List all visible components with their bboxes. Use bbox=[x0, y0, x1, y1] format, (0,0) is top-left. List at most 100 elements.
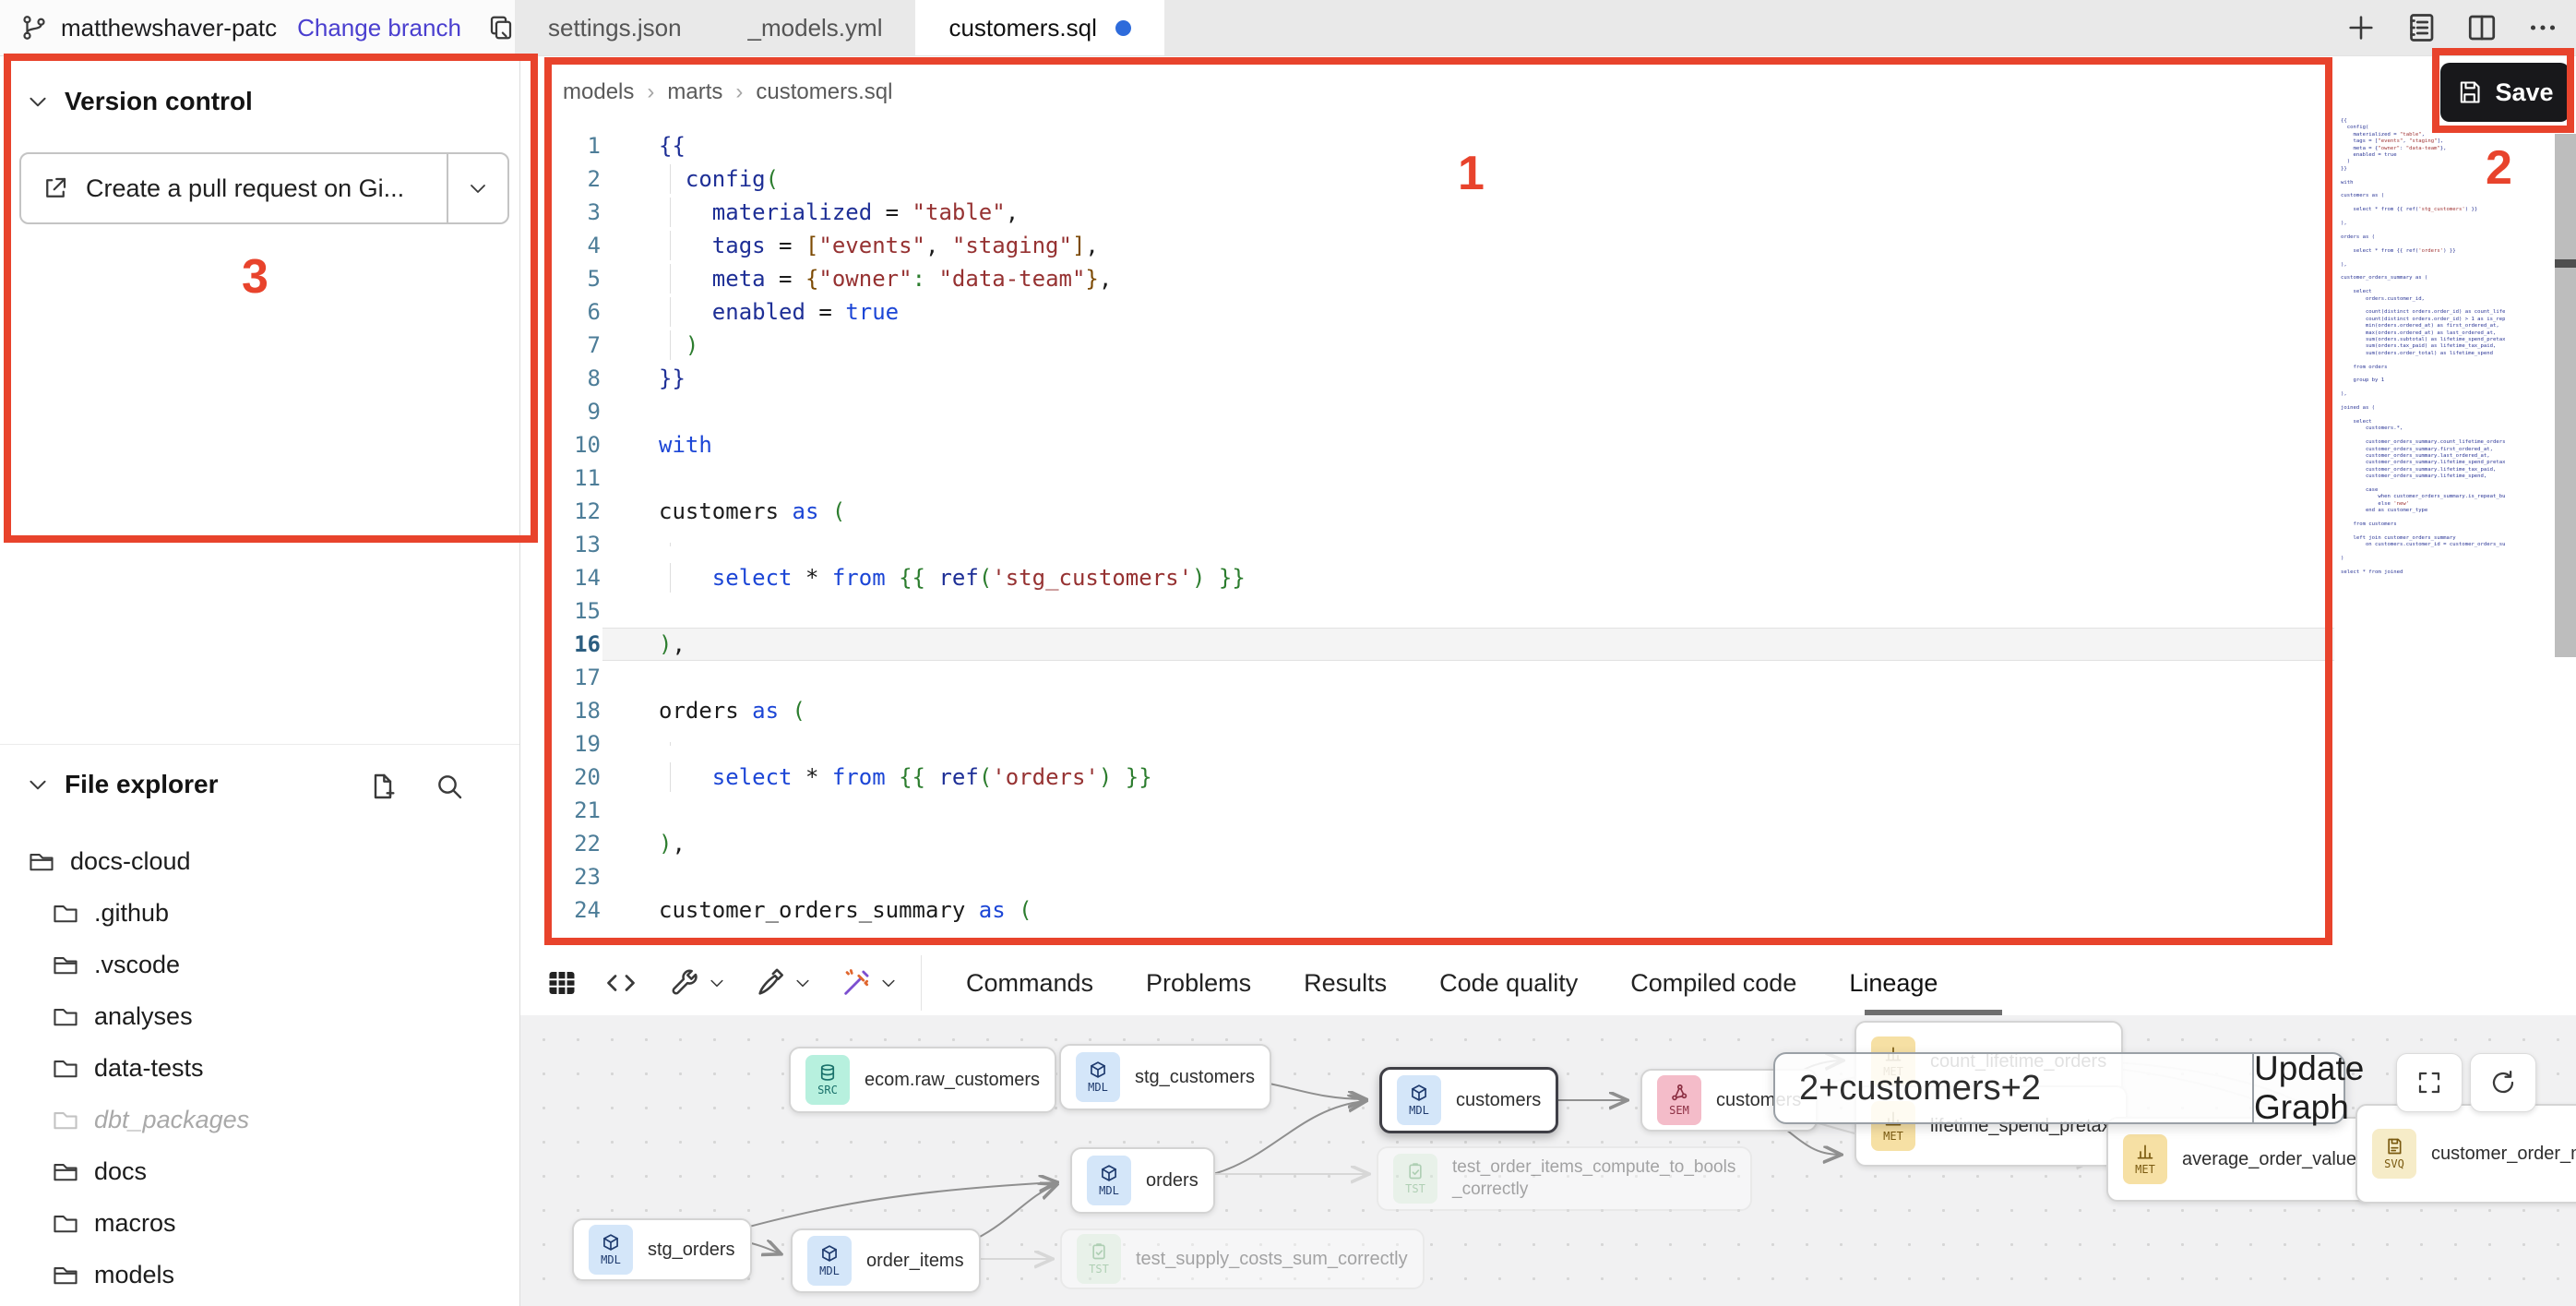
breadcrumb-item[interactable]: marts bbox=[667, 79, 722, 105]
panel-tab-commands[interactable]: Commands bbox=[966, 969, 1093, 998]
lineage-node-orders[interactable]: MDLorders bbox=[1070, 1147, 1215, 1214]
lineage-node-stg-customers[interactable]: MDLstg_customers bbox=[1059, 1044, 1271, 1110]
code-line-20[interactable]: 20 select * from {{ ref('orders') }} bbox=[519, 761, 2334, 794]
code-line-9[interactable]: 9 bbox=[519, 395, 2334, 428]
code-line-7[interactable]: 7 ) bbox=[519, 329, 2334, 362]
line-number: 14 bbox=[519, 565, 625, 591]
lineage-node-order-items[interactable]: MDLorder_items bbox=[791, 1228, 981, 1293]
code-line-19[interactable]: 19 bbox=[519, 727, 2334, 761]
code-line-13[interactable]: 13 bbox=[519, 528, 2334, 561]
create-pull-request-button[interactable]: Create a pull request on Gi... bbox=[19, 152, 509, 224]
line-number: 10 bbox=[519, 432, 625, 458]
file-tab[interactable]: _models.yml bbox=[715, 0, 916, 55]
save-button-label: Save bbox=[2495, 78, 2553, 107]
code-line-1[interactable]: 1{{ bbox=[519, 129, 2334, 162]
fullscreen-icon bbox=[2415, 1069, 2443, 1096]
version-control-header[interactable]: Version control bbox=[26, 87, 253, 116]
editor-scrollbar[interactable] bbox=[2555, 134, 2576, 657]
top-bar: matthewshaver-patc Change branch setting… bbox=[0, 0, 2576, 56]
code-line-6[interactable]: 6 enabled = true bbox=[519, 295, 2334, 329]
lineage-node-stg-orders[interactable]: MDLstg_orders bbox=[572, 1218, 752, 1281]
code-text: materialized = "table", bbox=[625, 199, 1019, 225]
code-line-8[interactable]: 8}} bbox=[519, 362, 2334, 395]
toolbar-divider bbox=[921, 955, 922, 1011]
file-item-docs[interactable]: docs bbox=[0, 1145, 519, 1197]
lineage-node-average-order-value[interactable]: METaverage_order_value bbox=[2106, 1117, 2373, 1202]
file-item-docs-cloud[interactable]: docs-cloud bbox=[0, 835, 519, 887]
change-branch-link[interactable]: Change branch bbox=[297, 14, 461, 42]
lineage-node-customer-order-metrics[interactable]: SVQcustomer_order_metrics bbox=[2355, 1104, 2576, 1204]
new-file-icon[interactable] bbox=[368, 772, 398, 801]
code-line-18[interactable]: 18orders as ( bbox=[519, 694, 2334, 727]
file-item-.vscode[interactable]: .vscode bbox=[0, 939, 519, 990]
panel-tab-code-quality[interactable]: Code quality bbox=[1439, 969, 1578, 998]
file-item-models[interactable]: models bbox=[0, 1249, 519, 1300]
file-tab[interactable]: customers.sql bbox=[915, 0, 1163, 55]
fullscreen-button[interactable] bbox=[2396, 1053, 2463, 1112]
file-item-macros[interactable]: macros bbox=[0, 1197, 519, 1249]
panel-tab-compiled-code[interactable]: Compiled code bbox=[1630, 969, 1796, 998]
file-explorer-header[interactable]: File explorer bbox=[26, 770, 219, 799]
code-line-3[interactable]: 3 materialized = "table", bbox=[519, 196, 2334, 229]
code-line-15[interactable]: 15 bbox=[519, 594, 2334, 628]
search-files-icon[interactable] bbox=[435, 772, 464, 801]
pr-button-dropdown[interactable] bbox=[447, 154, 507, 222]
code-line-5[interactable]: 5 meta = {"owner": "data-team"}, bbox=[519, 262, 2334, 295]
lineage-canvas[interactable]: SRCecom.raw_customersMDLstg_customers MDL… bbox=[519, 1015, 2576, 1306]
code-line-21[interactable]: 21 bbox=[519, 794, 2334, 827]
lineage-node-test-order-items[interactable]: TSTtest_order_items_compute_to_bools_cor… bbox=[1377, 1146, 1752, 1211]
panel-tab-problems[interactable]: Problems bbox=[1146, 969, 1251, 998]
code-line-22[interactable]: 22), bbox=[519, 827, 2334, 860]
refresh-graph-button[interactable] bbox=[2470, 1053, 2536, 1112]
code-view-icon[interactable] bbox=[604, 951, 638, 1015]
notebook-panel-icon[interactable] bbox=[2404, 11, 2438, 44]
code-line-17[interactable]: 17 bbox=[519, 661, 2334, 694]
lineage-node-customers-model[interactable]: MDLcustomers bbox=[1379, 1067, 1558, 1133]
folder-icon bbox=[52, 1262, 79, 1288]
code-line-12[interactable]: 12customers as ( bbox=[519, 495, 2334, 528]
ai-assist-icon[interactable] bbox=[841, 951, 898, 1015]
copy-branch-icon[interactable] bbox=[487, 14, 515, 42]
save-button[interactable]: Save bbox=[2440, 63, 2570, 122]
breadcrumb-item[interactable]: models bbox=[563, 79, 634, 105]
line-number: 13 bbox=[519, 532, 625, 557]
lineage-node-ecom-raw-customers[interactable]: SRCecom.raw_customers bbox=[789, 1047, 1056, 1113]
lineage-selector-input[interactable] bbox=[1775, 1054, 2252, 1122]
code-line-23[interactable]: 23 bbox=[519, 860, 2334, 893]
lineage-node-label: customers bbox=[1456, 1089, 1541, 1112]
code-line-11[interactable]: 11 bbox=[519, 461, 2334, 495]
file-item-analyses[interactable]: analyses bbox=[0, 990, 519, 1042]
file-item-dbt_packages[interactable]: dbt_packages bbox=[0, 1094, 519, 1145]
update-graph-button[interactable]: Update Graph bbox=[2252, 1054, 2364, 1122]
code-line-14[interactable]: 14 select * from {{ ref('stg_customers')… bbox=[519, 561, 2334, 594]
branch-name: matthewshaver-patc bbox=[61, 14, 277, 42]
external-link-icon bbox=[42, 174, 69, 202]
code-line-2[interactable]: 2 config( bbox=[519, 162, 2334, 196]
file-item-data-tests[interactable]: data-tests bbox=[0, 1042, 519, 1094]
pr-button-label: Create a pull request on Gi... bbox=[86, 174, 404, 203]
build-tools-icon[interactable] bbox=[669, 951, 726, 1015]
results-table-icon[interactable] bbox=[545, 951, 578, 1015]
more-options-icon[interactable] bbox=[2526, 11, 2559, 44]
modified-dot-icon bbox=[1115, 20, 1131, 36]
panel-tab-results[interactable]: Results bbox=[1304, 969, 1387, 998]
code-line-16[interactable]: 16), bbox=[519, 628, 2334, 661]
mdl-badge-icon: MDL bbox=[589, 1225, 633, 1275]
new-tab-button[interactable] bbox=[2345, 12, 2377, 43]
code-area[interactable]: 1{{2 config(3 materialized = "table",4 t… bbox=[519, 129, 2334, 927]
lineage-node-label: ecom.raw_customers bbox=[865, 1069, 1040, 1092]
code-line-24[interactable]: 24customer_orders_summary as ( bbox=[519, 893, 2334, 927]
code-line-4[interactable]: 4 tags = ["events", "staging"], bbox=[519, 229, 2334, 262]
code-text: config( bbox=[625, 166, 779, 192]
code-text: enabled = true bbox=[625, 299, 899, 325]
code-line-10[interactable]: 10with bbox=[519, 428, 2334, 461]
lineage-node-label: test_supply_costs_sum_correctly bbox=[1136, 1248, 1408, 1271]
minimap[interactable]: {{ config( materialized = "table", tags … bbox=[2341, 118, 2505, 598]
file-item-.github[interactable]: .github bbox=[0, 887, 519, 939]
lineage-node-test-supply-costs[interactable]: TSTtest_supply_costs_sum_correctly bbox=[1060, 1228, 1425, 1289]
file-tab[interactable]: settings.json bbox=[515, 0, 715, 55]
format-code-icon[interactable] bbox=[755, 951, 812, 1015]
panel-tab-lineage[interactable]: Lineage bbox=[1849, 969, 1938, 998]
split-editor-icon[interactable] bbox=[2465, 11, 2498, 44]
breadcrumb-item[interactable]: customers.sql bbox=[756, 79, 892, 105]
